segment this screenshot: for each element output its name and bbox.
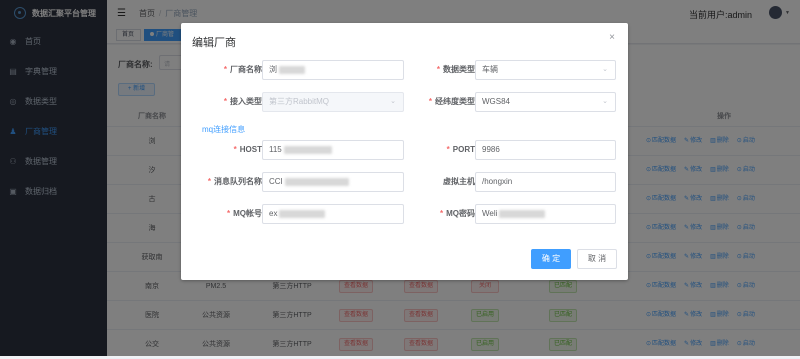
- port-label: * PORT: [446, 145, 475, 154]
- cancel-button[interactable]: 取 消: [577, 249, 617, 269]
- host-input[interactable]: 115: [262, 140, 404, 160]
- virtual-host-input[interactable]: /hongxin: [475, 172, 616, 192]
- queue-name-label: * 消息队列名称: [207, 177, 262, 186]
- data-type-label: * 数据类型: [436, 65, 475, 74]
- mq-account-input[interactable]: ex: [262, 204, 404, 224]
- chevron-down-icon: ⌄: [602, 66, 608, 73]
- access-type-label: * 接入类型: [223, 97, 262, 106]
- mq-account-label: * MQ帐号: [226, 209, 262, 218]
- vendor-name-input[interactable]: 浏: [262, 60, 404, 80]
- virtual-host-label: 虚拟主机: [443, 177, 475, 186]
- coord-type-label: * 经纬度类型: [428, 97, 475, 106]
- access-type-select: 第三方RabbitMQ ⌄: [262, 92, 404, 112]
- close-icon[interactable]: ×: [609, 32, 615, 43]
- edit-vendor-dialog: 编辑厂商 × * 厂商名称 浏 * 数据类型 车辆 ⌄ * 接入类型 第三方Rabbit…: [181, 23, 628, 280]
- mq-password-input[interactable]: Weli: [475, 204, 616, 224]
- coord-type-select[interactable]: WGS84 ⌄: [475, 92, 616, 112]
- chevron-down-icon: ⌄: [602, 98, 608, 105]
- host-label: * HOST: [233, 145, 262, 154]
- dialog-title: 编辑厂商: [192, 37, 236, 49]
- confirm-button[interactable]: 确 定: [531, 249, 571, 269]
- mq-section-title: mq连接信息: [202, 125, 246, 134]
- queue-name-input[interactable]: CCI: [262, 172, 404, 192]
- vendor-name-label: * 厂商名称: [223, 65, 262, 74]
- data-type-select[interactable]: 车辆 ⌄: [475, 60, 616, 80]
- mq-password-label: * MQ密码: [439, 209, 475, 218]
- chevron-down-icon: ⌄: [390, 98, 396, 105]
- port-input[interactable]: 9986: [475, 140, 616, 160]
